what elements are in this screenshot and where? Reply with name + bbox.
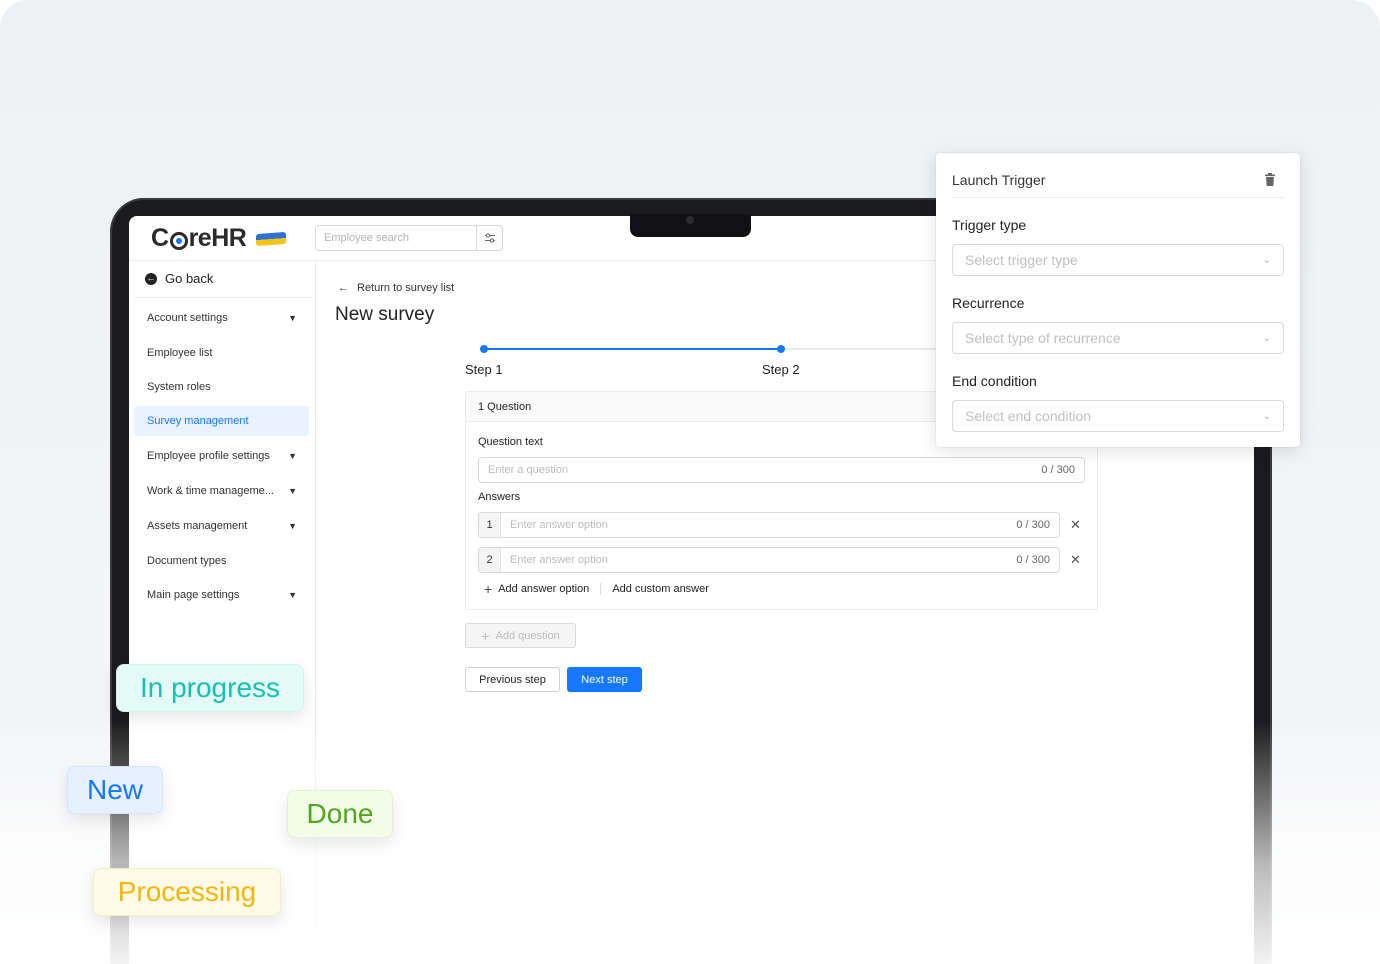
status-badge-in-progress: In progress <box>116 664 304 712</box>
separator <box>600 583 602 595</box>
sidebar-item-system-roles[interactable]: System roles <box>134 372 309 402</box>
chevron-down-icon: ⌄ <box>1262 410 1271 422</box>
page-title: New survey <box>335 304 435 325</box>
sidebar-item-employee-profile-settings[interactable]: Employee profile settings ▼ <box>134 441 309 471</box>
remove-answer-icon[interactable]: ✕ <box>1070 552 1081 568</box>
step-2-dot[interactable] <box>777 345 785 353</box>
trigger-type-label: Trigger type <box>952 217 1027 233</box>
trigger-type-select[interactable]: Select trigger type ⌄ <box>952 244 1284 276</box>
status-badge-processing: Processing <box>93 868 281 916</box>
filter-settings-icon[interactable] <box>476 226 502 250</box>
sidebar-divider-line <box>135 297 311 298</box>
end-condition-select[interactable]: Select end condition ⌄ <box>952 400 1284 432</box>
recurrence-select[interactable]: Select type of recurrence ⌄ <box>952 322 1284 354</box>
sidebar-item-employee-list[interactable]: Employee list <box>134 338 309 368</box>
status-badge-done: Done <box>287 790 393 838</box>
go-back-link[interactable]: ← Go back <box>145 271 213 286</box>
answer-actions: + Add answer option Add custom answer <box>484 581 709 597</box>
answer-option-input[interactable]: 2 Enter answer option 0 / 300 <box>478 547 1060 573</box>
chevron-down-icon: ⌄ <box>1262 254 1271 266</box>
sidebar-divider <box>315 261 316 964</box>
add-answer-option-button[interactable]: Add answer option <box>498 583 589 595</box>
panel-title: Launch Trigger <box>952 172 1046 188</box>
plus-icon: + <box>481 627 490 644</box>
chevron-down-icon: ⌄ <box>1262 332 1271 344</box>
chevron-down-icon: ▼ <box>288 590 297 600</box>
remove-answer-icon[interactable]: ✕ <box>1070 517 1081 533</box>
return-to-survey-list-link[interactable]: ← Return to survey list <box>338 282 454 294</box>
chevron-down-icon: ▼ <box>288 521 297 531</box>
recurrence-label: Recurrence <box>952 295 1025 311</box>
char-counter: 0 / 300 <box>1016 519 1050 531</box>
char-counter: 0 / 300 <box>1041 464 1075 476</box>
camera-icon <box>686 216 694 224</box>
sidebar-item-work-time-management[interactable]: Work & time manageme... ▼ <box>134 476 309 506</box>
sidebar-item-document-types[interactable]: Document types <box>134 546 309 576</box>
add-question-button[interactable]: + Add question <box>465 623 576 648</box>
plus-icon: + <box>484 581 493 597</box>
sidebar-item-assets-management[interactable]: Assets management ▼ <box>134 511 309 541</box>
employee-search[interactable]: Employee search <box>315 225 503 251</box>
step-1-label[interactable]: Step 1 <box>465 362 503 377</box>
ukraine-flag-icon <box>256 231 287 246</box>
sidebar-item-survey-management[interactable]: Survey management <box>134 406 309 436</box>
answers-label: Answers <box>478 491 521 503</box>
sidebar-item-main-page-settings[interactable]: Main page settings ▼ <box>134 580 309 610</box>
answer-number: 1 <box>479 513 501 537</box>
next-step-button[interactable]: Next step <box>567 667 642 692</box>
answer-number: 2 <box>479 548 501 572</box>
char-counter: 0 / 300 <box>1016 554 1050 566</box>
add-custom-answer-button[interactable]: Add custom answer <box>612 583 709 595</box>
end-condition-label: End condition <box>952 373 1037 389</box>
step-2-label[interactable]: Step 2 <box>762 362 800 377</box>
trash-icon[interactable] <box>1264 173 1276 191</box>
arrow-left-icon: ← <box>338 282 349 294</box>
chevron-down-icon: ▼ <box>288 313 297 323</box>
step-1-dot[interactable] <box>480 345 488 353</box>
steps-progress <box>483 348 781 350</box>
panel-divider <box>952 197 1284 198</box>
question-text-label: Question text <box>478 436 543 448</box>
sidebar-item-account-settings[interactable]: Account settings ▼ <box>134 303 309 333</box>
question-text-input[interactable]: Enter a question 0 / 300 <box>478 457 1085 483</box>
answer-option-input[interactable]: 1 Enter answer option 0 / 300 <box>478 512 1060 538</box>
logo-o-mark <box>169 231 188 250</box>
chevron-down-icon: ▼ <box>288 451 297 461</box>
arrow-left-circle-icon: ← <box>145 272 157 285</box>
corehr-logo[interactable]: CreHR <box>151 224 287 253</box>
launch-trigger-panel: Launch Trigger Trigger type Select trigg… <box>936 153 1300 447</box>
chevron-down-icon: ▼ <box>288 486 297 496</box>
previous-step-button[interactable]: Previous step <box>465 667 560 692</box>
status-badge-new: New <box>67 766 163 814</box>
search-input[interactable]: Employee search <box>316 232 476 244</box>
